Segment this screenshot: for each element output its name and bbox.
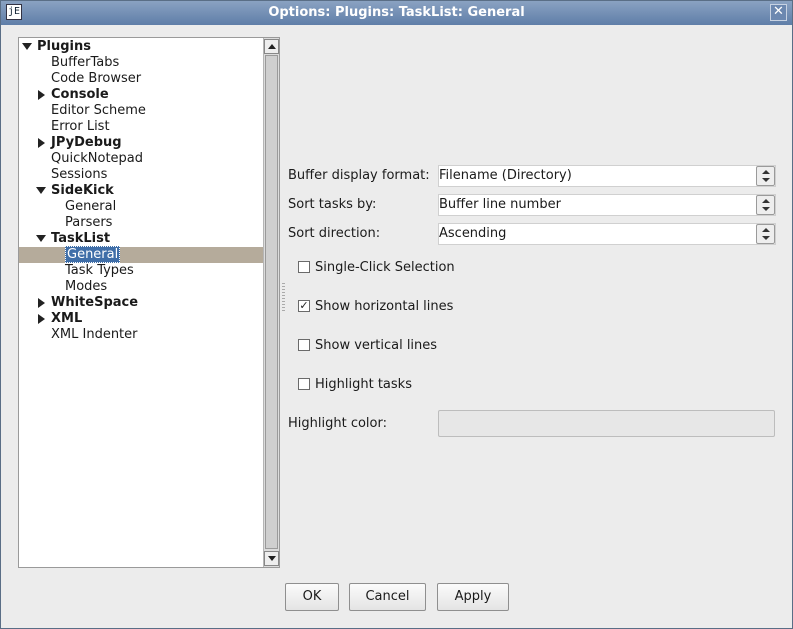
tree-item[interactable]: Console — [19, 87, 263, 103]
single-click-selection-label: Single-Click Selection — [315, 260, 455, 275]
tree-item-label: XML — [51, 311, 83, 326]
tree-item-label: General — [65, 199, 117, 214]
expanded-triangle-icon[interactable] — [36, 187, 46, 194]
combo-spinner-icon[interactable] — [756, 166, 775, 186]
checkbox-icon[interactable] — [298, 339, 310, 351]
combo-spinner-icon[interactable] — [756, 224, 775, 244]
buffer-display-format-select[interactable]: Filename (Directory) — [438, 165, 776, 187]
buffer-display-format-value: Filename (Directory) — [439, 168, 572, 183]
tree-item[interactable]: Code Browser — [19, 71, 263, 87]
tree-item[interactable]: WhiteSpace — [19, 295, 263, 311]
tree-item[interactable]: Editor Scheme — [19, 103, 263, 119]
tree-item-label: Parsers — [65, 215, 113, 230]
tree-item-label: WhiteSpace — [51, 295, 139, 310]
show-horizontal-lines-label: Show horizontal lines — [315, 299, 454, 314]
apply-button[interactable]: Apply — [437, 583, 509, 611]
collapsed-triangle-icon[interactable] — [38, 314, 45, 324]
tree-item-label: Error List — [51, 119, 110, 134]
options-tree: Plugins BufferTabs Code Browser Console Edit… — [19, 38, 263, 567]
tree-item[interactable]: QuickNotepad — [19, 151, 263, 167]
collapsed-triangle-icon[interactable] — [38, 298, 45, 308]
tree-item-label: TaskList — [51, 231, 111, 246]
tree-item[interactable]: General — [19, 199, 263, 215]
tree-item[interactable]: SideKick — [19, 183, 263, 199]
highlight-color-label: Highlight color: — [288, 416, 387, 431]
tree-item[interactable]: Plugins — [19, 39, 263, 55]
buffer-display-format-label: Buffer display format: — [288, 168, 430, 183]
tree-item-label: XML Indenter — [51, 327, 138, 342]
scroll-thumb[interactable] — [265, 55, 278, 549]
highlight-tasks-label: Highlight tasks — [315, 377, 412, 392]
sort-direction-label: Sort direction: — [288, 226, 381, 241]
tree-item[interactable]: XML Indenter — [19, 327, 263, 343]
sort-tasks-by-label: Sort tasks by: — [288, 197, 377, 212]
tree-item-label: BufferTabs — [51, 55, 120, 70]
tree-item-label: Code Browser — [51, 71, 142, 86]
cancel-button[interactable]: Cancel — [349, 583, 426, 611]
sort-tasks-by-value: Buffer line number — [439, 197, 561, 212]
tree-item-label: QuickNotepad — [51, 151, 144, 166]
tree-item[interactable]: Task Types — [19, 263, 263, 279]
tree-item[interactable]: TaskList — [19, 231, 263, 247]
tree-item-label: Modes — [65, 279, 108, 294]
show-vertical-lines-label: Show vertical lines — [315, 338, 438, 353]
tree-scrollbar[interactable] — [263, 38, 279, 567]
tree-item[interactable]: Parsers — [19, 215, 263, 231]
ok-button[interactable]: OK — [285, 583, 339, 611]
tree-item-label: General — [65, 246, 121, 263]
options-tree-panel: Plugins BufferTabs Code Browser Console Edit… — [18, 37, 280, 568]
combo-spinner-icon[interactable] — [756, 195, 775, 215]
sort-direction-value: Ascending — [439, 226, 507, 241]
tree-item-label: SideKick — [51, 183, 114, 198]
tree-item[interactable]: JPyDebug — [19, 135, 263, 151]
scroll-down-button[interactable] — [264, 551, 279, 566]
tree-item-label: Console — [51, 87, 109, 102]
close-button[interactable]: ✕ — [770, 4, 787, 21]
sort-tasks-by-select[interactable]: Buffer line number — [438, 194, 776, 216]
arrow-down-icon — [268, 556, 276, 561]
tree-item[interactable]: Modes — [19, 279, 263, 295]
tree-item-label: Plugins — [37, 39, 91, 54]
tree-item-label: JPyDebug — [51, 135, 122, 150]
tree-item[interactable]: General — [19, 246, 263, 263]
collapsed-triangle-icon[interactable] — [38, 138, 45, 148]
splitter-handle[interactable] — [282, 283, 285, 313]
collapsed-triangle-icon[interactable] — [38, 90, 45, 100]
options-dialog: jE Options: Plugins: TaskList: General ✕… — [0, 0, 793, 629]
highlight-color-button[interactable] — [438, 410, 775, 437]
tree-item[interactable]: XML — [19, 311, 263, 327]
expanded-triangle-icon[interactable] — [36, 235, 46, 242]
sort-direction-select[interactable]: Ascending — [438, 223, 776, 245]
tree-item-label: Sessions — [51, 167, 108, 182]
tree-item[interactable]: Error List — [19, 119, 263, 135]
tree-item-label: Editor Scheme — [51, 103, 146, 118]
checkbox-icon[interactable] — [298, 261, 310, 273]
checkbox-icon[interactable] — [298, 378, 310, 390]
tree-item-label: Task Types — [65, 263, 134, 278]
title-bar[interactable]: jE Options: Plugins: TaskList: General ✕ — [1, 1, 792, 25]
arrow-up-icon — [268, 44, 276, 49]
tree-item[interactable]: BufferTabs — [19, 55, 263, 71]
scroll-up-button[interactable] — [264, 39, 279, 54]
expanded-triangle-icon[interactable] — [22, 43, 32, 50]
checkbox-icon[interactable]: ✓ — [298, 300, 310, 312]
window-title: Options: Plugins: TaskList: General — [268, 5, 525, 20]
tree-item[interactable]: Sessions — [19, 167, 263, 183]
